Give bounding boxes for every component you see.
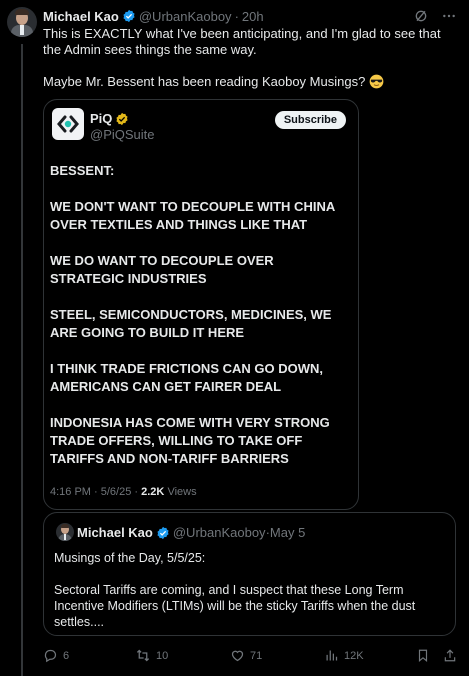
heart-icon (231, 650, 244, 662)
embedded-views-label: Views (167, 486, 197, 498)
embedded-time[interactable]: 4:16 PM (50, 486, 91, 498)
quoted-author-name: Michael Kao (77, 525, 153, 540)
embedded-author-name[interactable]: PiQ (90, 111, 132, 126)
bookmark-button[interactable] (416, 648, 430, 663)
embedded-paragraph: WE DON'T WANT TO DECOUPLE WITH CHINA OVE… (50, 199, 335, 232)
embedded-tweet-meta: 4:16 PM · 5/6/25 · 2.2K Views (50, 486, 197, 498)
views-count: 12K (344, 649, 364, 662)
quoted-tweet-text: Musings of the Day, 5/5/25: Sectoral Tar… (54, 550, 444, 646)
quoted-date: May 5 (269, 525, 306, 540)
embedded-date[interactable]: 5/6/25 (101, 486, 132, 498)
piq-logo-icon (57, 115, 79, 133)
thread-line (21, 44, 23, 676)
retweet-count: 10 (156, 649, 169, 662)
tweet-timestamp[interactable]: 20h (242, 9, 264, 24)
bookmark-icon (418, 649, 428, 662)
quoted-tweet-card[interactable]: Michael Kao @UrbanKaoboy · May 5 Musings… (43, 512, 456, 636)
verified-badge-icon (123, 9, 135, 23)
piq-logo[interactable] (52, 108, 84, 140)
sunglasses-emoji-icon (369, 74, 384, 89)
reply-count: 6 (63, 649, 70, 662)
analytics-icon (326, 650, 338, 661)
retweet-icon (136, 649, 150, 662)
quoted-paragraph: Musings of the Day, 5/5/25: (54, 551, 206, 565)
embedded-paragraph: STEEL, SEMICONDUCTORS, MEDICINES, WE ARE… (50, 307, 332, 340)
author-avatar[interactable] (7, 7, 37, 37)
tweet-text: This is EXACTLY what I've been anticipat… (43, 26, 457, 106)
quoted-author-avatar (56, 523, 74, 541)
verified-badge-icon (157, 526, 169, 539)
reply-icon (44, 649, 57, 663)
retweet-button[interactable]: 10 (135, 648, 168, 663)
embedded-author-handle[interactable]: @PiQSuite (90, 127, 155, 142)
verified-gold-badge-icon (116, 112, 128, 125)
like-button[interactable]: 71 (230, 648, 262, 663)
quoted-tweet-header: Michael Kao @UrbanKaoboy · May 5 (77, 525, 306, 540)
embedded-views-count: 2.2K (141, 486, 165, 498)
tweet-header: Michael Kao @UrbanKaoboy · 20h (43, 7, 457, 25)
embedded-tweet-card[interactable]: PiQ @PiQSuite Subscribe BESSENT: WE DON'… (43, 99, 359, 510)
tweet-action-bar: 6 10 71 12K (43, 646, 457, 668)
grok-icon[interactable] (413, 8, 429, 24)
share-icon (444, 649, 456, 662)
author-name[interactable]: Michael Kao (43, 9, 119, 24)
subscribe-button[interactable]: Subscribe (274, 111, 346, 129)
embedded-tweet-body: BESSENT: WE DON'T WANT TO DECOUPLE WITH … (50, 162, 350, 486)
reply-button[interactable]: 6 (43, 648, 69, 663)
more-options-icon[interactable] (441, 8, 457, 24)
quoted-paragraph: Sectoral Tariffs are coming, and I suspe… (54, 583, 416, 629)
embedded-paragraph: INDONESIA HAS COME WITH VERY STRONG TRAD… (50, 415, 330, 466)
author-handle[interactable]: @UrbanKaoboy (139, 9, 232, 24)
embedded-paragraph: WE DO WANT TO DECOUPLE OVER STRATEGIC IN… (50, 253, 274, 286)
quoted-author-handle: @UrbanKaoboy (172, 525, 266, 540)
embedded-paragraph: BESSENT: (50, 163, 115, 178)
tweet-paragraph: Maybe Mr. Bessent has been reading Kaobo… (43, 74, 457, 90)
embedded-paragraph: I THINK TRADE FRICTIONS CAN GO DOWN, AME… (50, 361, 323, 394)
views-button[interactable]: 12K (324, 648, 364, 663)
separator-dot: · (234, 8, 239, 24)
tweet-paragraph: This is EXACTLY what I've been anticipat… (43, 26, 441, 57)
share-button[interactable] (443, 648, 457, 663)
like-count: 71 (250, 649, 263, 662)
